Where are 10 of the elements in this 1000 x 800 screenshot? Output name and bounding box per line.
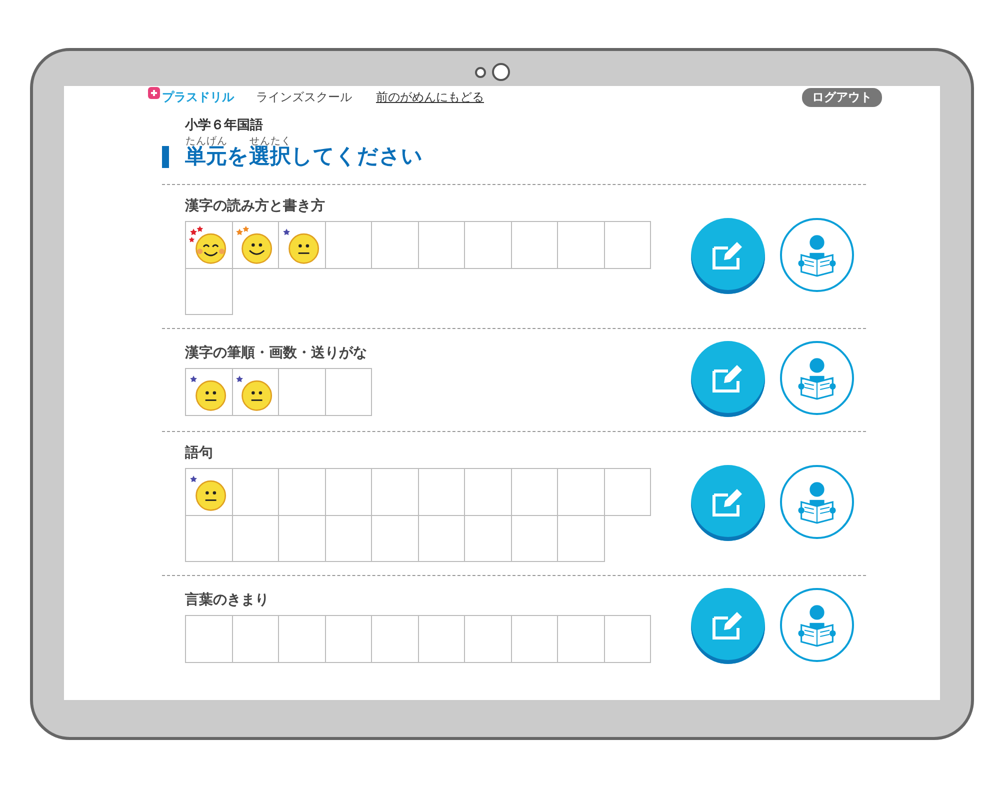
school-name: ラインズスクール [256,88,352,106]
unit-title: 言葉のきまり [185,591,270,610]
unit-title: 語句 [185,444,214,462]
page-title: 単元 たんげん を選択 せんたく してください [185,136,423,170]
back-link[interactable]: 前のがめんにもどる [376,88,484,106]
logo-text: プラスドリル [162,88,234,106]
subject-label: 小学６年国語 [185,117,264,134]
unit-title: 漢字の筆順・画数・送りがな [185,344,368,362]
logout-button[interactable]: ログアウト [802,88,882,106]
unit-title: 漢字の読み方と書き方 [185,197,326,216]
